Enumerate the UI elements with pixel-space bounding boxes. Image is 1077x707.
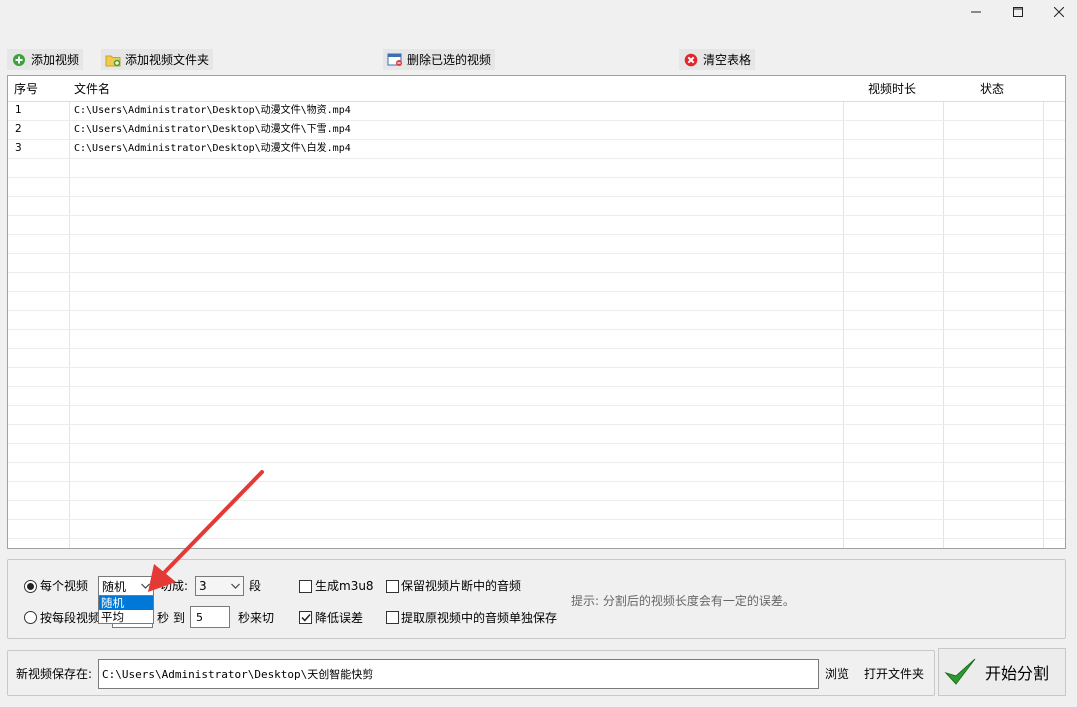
row-divider <box>8 405 1065 406</box>
folder-add-icon <box>105 52 121 68</box>
row-divider <box>8 462 1065 463</box>
start-split-button[interactable]: 开始分割 <box>938 648 1066 696</box>
extract-audio-checkbox[interactable] <box>386 611 399 624</box>
row-index: 2 <box>15 123 22 135</box>
reduce-error-checkbox[interactable] <box>299 611 312 624</box>
seconds-cut-label: 秒来切 <box>238 611 275 625</box>
row-divider <box>8 291 1065 292</box>
row-divider <box>8 196 1065 197</box>
save-path-input[interactable]: C:\Users\Administrator\Desktop\天创智能快剪 <box>98 659 819 689</box>
row-divider <box>8 329 1065 330</box>
clear-table-button[interactable]: 清空表格 <box>679 49 756 70</box>
split-mode-value: 随机 <box>102 579 127 594</box>
row-divider <box>8 310 1065 311</box>
save-path-label: 新视频保存在: <box>16 667 93 681</box>
column-header-filename[interactable]: 文件名 <box>74 76 110 102</box>
chevron-down-icon <box>231 583 240 589</box>
split-mode-select[interactable]: 随机 <box>98 576 154 596</box>
add-video-button[interactable]: 添加视频 <box>7 49 84 70</box>
clear-icon <box>683 52 699 68</box>
browse-button[interactable]: 浏览 <box>825 666 849 682</box>
row-filename: C:\Users\Administrator\Desktop\动漫文件\下雪.m… <box>74 124 351 135</box>
maximize-button[interactable] <box>995 0 1041 24</box>
row-divider <box>8 443 1065 444</box>
row-divider <box>8 158 1065 159</box>
close-icon <box>1054 7 1064 17</box>
row-divider <box>8 272 1065 273</box>
checkmark-icon <box>300 614 311 622</box>
add-icon <box>11 52 27 68</box>
split-mode-dropdown: 随机 平均 <box>98 595 154 624</box>
checkmark-icon <box>944 658 976 685</box>
reduce-error-label: 降低误差 <box>315 611 364 625</box>
minimize-icon <box>971 11 981 13</box>
row-index: 3 <box>15 142 22 154</box>
each-video-label: 每个视频 <box>40 579 89 593</box>
generate-m3u8-label: 生成m3u8 <box>315 579 374 593</box>
options-panel <box>7 559 1066 639</box>
segments-select[interactable]: 3 <box>195 576 244 596</box>
save-path-value: C:\Users\Administrator\Desktop\天创智能快剪 <box>102 668 374 681</box>
row-divider <box>8 348 1065 349</box>
max-seconds-value: 5 <box>196 610 203 624</box>
delete-window-icon <box>387 52 403 68</box>
row-divider <box>8 386 1065 387</box>
extract-audio-label: 提取原视频中的音频单独保存 <box>401 611 558 625</box>
hint-text: 提示: 分割后的视频长度会有一定的误差。 <box>571 594 795 608</box>
per-segment-label: 按每段视频 <box>40 611 101 625</box>
segments-unit-label: 段 <box>249 579 262 593</box>
cut-into-label: 切成: <box>160 579 189 593</box>
row-divider <box>8 215 1065 216</box>
row-filename: C:\Users\Administrator\Desktop\动漫文件\白发.m… <box>74 143 351 154</box>
column-header-index[interactable]: 序号 <box>14 76 38 102</box>
row-divider <box>8 234 1065 235</box>
row-divider <box>8 481 1065 482</box>
row-divider <box>8 519 1065 520</box>
segments-value: 3 <box>199 579 207 593</box>
row-divider <box>8 367 1065 368</box>
column-header-duration[interactable]: 视频时长 <box>868 76 916 102</box>
table-row[interactable]: 3 C:\Users\Administrator\Desktop\动漫文件\白发… <box>8 139 1065 158</box>
per-segment-radio[interactable] <box>24 611 37 624</box>
table-row[interactable]: 1 C:\Users\Administrator\Desktop\动漫文件\物资… <box>8 101 1065 120</box>
row-divider <box>8 538 1065 539</box>
delete-selected-label: 删除已选的视频 <box>407 53 492 67</box>
to-label: 到 <box>173 611 186 625</box>
add-video-label: 添加视频 <box>31 53 80 67</box>
row-divider <box>8 253 1065 254</box>
column-header-status[interactable]: 状态 <box>980 76 1004 102</box>
start-split-label: 开始分割 <box>985 664 1050 683</box>
add-folder-button[interactable]: 添加视频文件夹 <box>101 49 214 70</box>
row-filename: C:\Users\Administrator\Desktop\动漫文件\物资.m… <box>74 105 351 116</box>
seconds-label: 秒 <box>157 611 170 625</box>
row-index: 1 <box>15 104 22 116</box>
dropdown-option-average[interactable]: 平均 <box>99 610 153 624</box>
max-seconds-input[interactable]: 5 <box>190 606 230 628</box>
table-header: 序号 文件名 视频时长 状态 <box>8 76 1065 102</box>
generate-m3u8-checkbox[interactable] <box>299 580 312 593</box>
keep-audio-label: 保留视频片断中的音频 <box>401 579 522 593</box>
row-divider <box>8 500 1065 501</box>
add-folder-label: 添加视频文件夹 <box>125 53 210 67</box>
each-video-radio[interactable] <box>24 580 37 593</box>
keep-audio-checkbox[interactable] <box>386 580 399 593</box>
dropdown-option-random[interactable]: 随机 <box>99 596 153 610</box>
table-row[interactable]: 2 C:\Users\Administrator\Desktop\动漫文件\下雪… <box>8 120 1065 139</box>
maximize-icon <box>1013 7 1023 17</box>
row-divider <box>8 424 1065 425</box>
open-folder-button[interactable]: 打开文件夹 <box>864 666 924 682</box>
close-button[interactable] <box>1036 0 1077 24</box>
delete-selected-button[interactable]: 删除已选的视频 <box>383 49 496 70</box>
minimize-button[interactable] <box>953 0 999 24</box>
row-divider <box>8 177 1065 178</box>
chevron-down-icon <box>141 583 150 589</box>
file-table[interactable]: 序号 文件名 视频时长 状态 1 C:\Users\Administrator\… <box>7 75 1066 549</box>
clear-table-label: 清空表格 <box>703 53 752 67</box>
